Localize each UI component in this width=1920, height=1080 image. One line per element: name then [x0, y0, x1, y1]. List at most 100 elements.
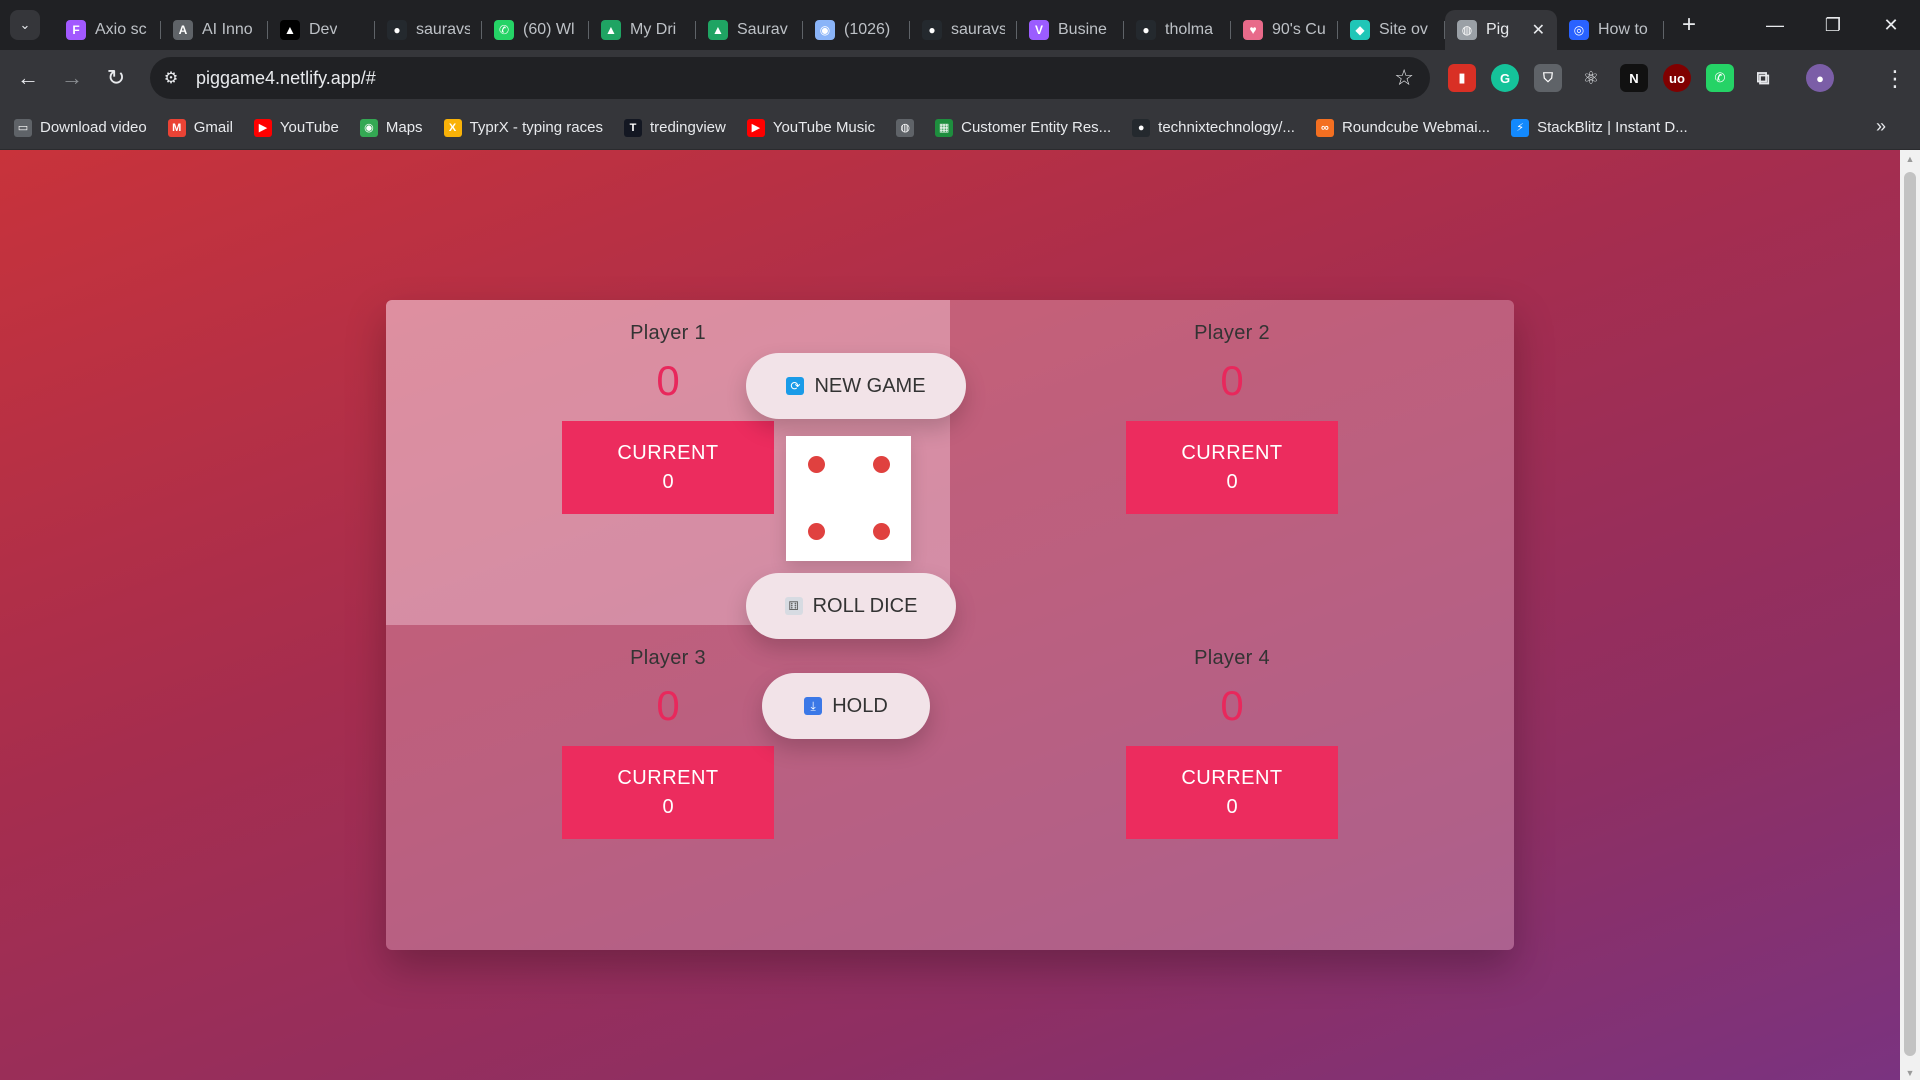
bookmark-item[interactable]: ◍ [896, 118, 915, 137]
page-scrollbar[interactable]: ▲ ▼ [1900, 150, 1920, 1080]
ublock-icon[interactable]: uo [1663, 64, 1691, 92]
tab-search-button[interactable]: ⌄ [10, 10, 40, 40]
github-icon: ● [922, 20, 942, 40]
hold-button[interactable]: ⤓ HOLD [762, 673, 930, 739]
bookmark-item[interactable]: Ttredingview [623, 118, 726, 137]
bookmark-item[interactable]: ◉ Maps [359, 118, 423, 137]
bookmarks-bar: ▭ Download video M Gmail ▶ YouTube ◉ Maps X TyprX… [0, 106, 1920, 150]
bookmark-star-icon[interactable]: ☆ [1394, 65, 1414, 91]
browser-tab[interactable]: ● tholma [1124, 10, 1231, 50]
current-value: 0 [1226, 795, 1238, 818]
tab-title: Site ov [1379, 21, 1428, 38]
bookmark-item[interactable]: ▭ Download video [14, 118, 147, 137]
browser-menu-icon[interactable]: ⋮ [1884, 66, 1906, 92]
new-game-button[interactable]: ⟳ NEW GAME [746, 353, 966, 419]
figma-icon: F [66, 20, 86, 40]
browser-tab[interactable]: ▲ Saurav [696, 10, 803, 50]
player-name: Player 1 [630, 322, 706, 344]
tab-title: Saurav [737, 21, 788, 38]
sheet-icon: ▦ [935, 118, 954, 137]
player-4-panel: Player 4 0 CURRENT 0 [950, 625, 1514, 950]
close-tab-icon[interactable]: ✕ [1532, 20, 1545, 40]
restore-button[interactable]: ❐ [1804, 15, 1862, 36]
minimize-button[interactable]: — [1746, 15, 1804, 36]
player-name: Player 2 [1194, 322, 1270, 344]
shield-icon[interactable]: ⛉ [1534, 64, 1562, 92]
tabs: F Axio sc A AI Inno ▲ Dev ● sauravs ✆ (60) Wl ▲ My … [54, 0, 1664, 50]
player-name: Player 3 [630, 647, 706, 669]
globe-icon: ◍ [1457, 20, 1477, 40]
bookmark-item[interactable]: M Gmail [167, 118, 233, 137]
forward-button[interactable]: → [50, 65, 94, 91]
globe-icon: ◍ [896, 118, 915, 137]
bookmark-label: Gmail [193, 119, 233, 136]
scroll-thumb[interactable] [1904, 172, 1916, 1056]
roll-dice-button[interactable]: ⚅ ROLL DICE [746, 573, 956, 639]
youtube-icon: ▶ [253, 118, 272, 137]
dice-pip [872, 522, 890, 540]
bookmark-label: TyprX - typing races [469, 119, 603, 136]
scroll-up-icon[interactable]: ▲ [1900, 154, 1920, 164]
url-text[interactable]: piggame4.netlify.app/# [196, 68, 376, 89]
bookmark-ext-icon[interactable]: ▮ [1448, 64, 1476, 92]
more-bookmarks-icon[interactable]: » [1876, 116, 1886, 137]
bookmark-item[interactable]: ⚡ StackBlitz | Instant D... [1511, 118, 1688, 137]
browser-tab[interactable]: ▲ Dev [268, 10, 375, 50]
bookmark-item[interactable]: ▶ YouTube Music [746, 118, 875, 137]
tradingview-icon: T [623, 118, 642, 137]
browser-tab[interactable]: ♥ 90's Cu [1231, 10, 1338, 50]
roll-dice-label: ROLL DICE [812, 594, 918, 617]
roundcube-icon: ∞ [1315, 118, 1334, 137]
bookmark-label: tredingview [649, 119, 726, 136]
grammarly-icon[interactable]: G [1491, 64, 1519, 92]
back-button[interactable]: ← [6, 65, 50, 91]
browser-tab[interactable]: A AI Inno [161, 10, 268, 50]
page-viewport: Player 1 0 CURRENT 0 Player 2 0 CURRENT … [0, 150, 1900, 1080]
vite-icon: V [1029, 20, 1049, 40]
browser-tab[interactable]: V Busine [1017, 10, 1124, 50]
browser-toolbar: ← → ↻ ⚙ piggame4.netlify.app/# ☆ ▮ G ⛉ ⚛… [0, 50, 1920, 106]
browser-tab[interactable]: F Axio sc [54, 10, 161, 50]
bookmark-item[interactable]: ∞ Roundcube Webmai... [1315, 118, 1490, 137]
browser-tab[interactable]: ● sauravs [375, 10, 482, 50]
site-info-icon[interactable]: ⚙ [150, 68, 192, 88]
drive-icon: ▲ [708, 20, 728, 40]
tab-title: tholma [1165, 21, 1214, 38]
bookmark-item[interactable]: ● technixtechnology/... [1132, 118, 1295, 137]
bookmark-label: technixtechnology/... [1158, 119, 1295, 136]
browser-tab[interactable]: ● sauravs [910, 10, 1017, 50]
mouse-icon: ♥ [1243, 20, 1263, 40]
tab-title: (60) Wl [523, 21, 575, 38]
profile-avatar[interactable]: ● [1806, 64, 1834, 92]
address-bar[interactable]: ⚙ piggame4.netlify.app/# ☆ [150, 57, 1430, 99]
tab-title: Dev [309, 21, 338, 38]
browser-tab[interactable]: ◆ Site ov [1338, 10, 1445, 50]
current-score-box: CURRENT 0 [562, 421, 774, 514]
player-score: 0 [656, 357, 680, 404]
player-2-panel: Player 2 0 CURRENT 0 [950, 300, 1514, 625]
extensions-puzzle-icon[interactable]: ⧉ [1749, 64, 1777, 92]
reload-button[interactable]: ↻ [94, 65, 138, 91]
vercel-icon: ▲ [280, 20, 300, 40]
browser-tab[interactable]: ◍ Pig ✕ [1445, 10, 1557, 50]
browser-tab[interactable]: ✆ (60) Wl [482, 10, 589, 50]
browser-tab[interactable]: ◎ How to [1557, 10, 1664, 50]
scroll-down-icon[interactable]: ▼ [1900, 1068, 1920, 1078]
extensions: ▮ G ⛉ ⚛ N uo ✆ ⧉ ● [1448, 50, 1834, 106]
close-window-button[interactable]: ✕ [1862, 15, 1920, 36]
tab-title: How to [1598, 21, 1648, 38]
new-tab-button[interactable]: + [1682, 11, 1696, 39]
tab-title: (1026) [844, 21, 891, 38]
browser-tab[interactable]: ▲ My Dri [589, 10, 696, 50]
gmail-icon: M [167, 118, 186, 137]
notion-icon[interactable]: N [1620, 64, 1648, 92]
bookmark-item[interactable]: ▶ YouTube [253, 118, 339, 137]
bookmark-item[interactable]: X TyprX - typing races [443, 118, 603, 137]
whatsapp-ext-icon[interactable]: ✆ [1706, 64, 1734, 92]
refresh-icon: ⟳ [786, 377, 805, 395]
bookmark-item[interactable]: ▦ Customer Entity Res... [935, 118, 1112, 137]
browser-tab[interactable]: ◉ (1026) [803, 10, 910, 50]
folder-icon: ▭ [14, 118, 32, 137]
react-devtools-icon[interactable]: ⚛ [1577, 64, 1605, 92]
bookmark-label: Customer Entity Res... [961, 119, 1112, 136]
